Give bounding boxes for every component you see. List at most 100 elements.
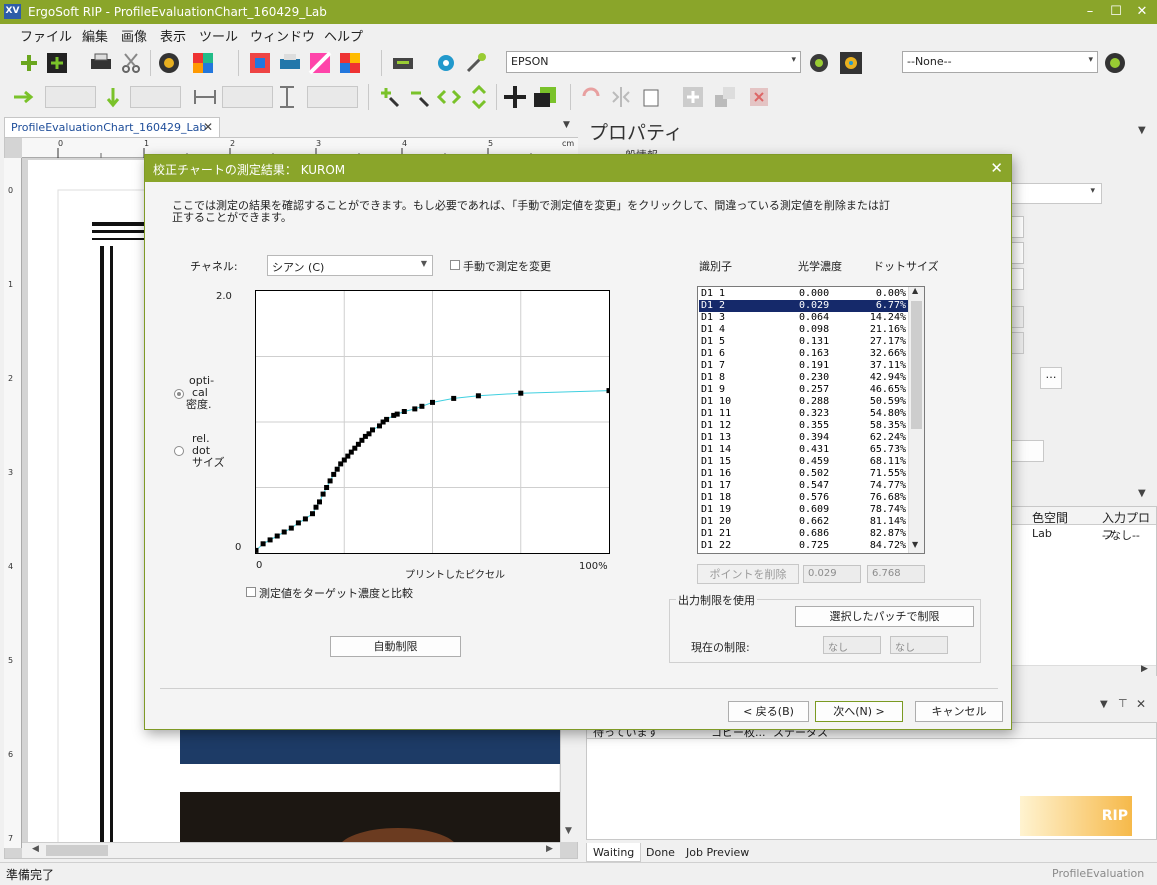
scroll-down-icon[interactable]: ▼: [912, 540, 918, 549]
chart-point[interactable]: [451, 395, 457, 401]
fit-height-icon[interactable]: [466, 84, 492, 110]
width-field[interactable]: [222, 86, 273, 108]
printer-icon[interactable]: [88, 50, 114, 76]
chart-point[interactable]: [401, 409, 407, 414]
chart-point[interactable]: [313, 504, 319, 510]
chart-point[interactable]: [606, 388, 611, 394]
chart-point[interactable]: [327, 478, 333, 484]
properties-field[interactable]: [1010, 216, 1024, 238]
cancel-button[interactable]: キャンセル: [915, 701, 1003, 722]
manual-edit-checkbox[interactable]: [450, 260, 460, 270]
preset-gear-icon[interactable]: [1102, 50, 1128, 76]
position-y-field[interactable]: [130, 86, 181, 108]
scroll-right-icon[interactable]: ▶: [1141, 664, 1148, 674]
chevron-down-icon[interactable]: ▼: [563, 120, 570, 130]
properties-field[interactable]: [1010, 306, 1024, 328]
menu-view[interactable]: 表示: [160, 26, 186, 45]
scroll-up-icon[interactable]: ▲: [912, 287, 918, 295]
list-item[interactable]: D1 20 0.662 81.14%: [699, 516, 908, 528]
scroll-right-icon[interactable]: ▶: [546, 844, 553, 854]
list-item[interactable]: D1 6 0.163 32.66%: [699, 348, 908, 360]
scissors-icon[interactable]: [118, 50, 144, 76]
list-item[interactable]: D1 14 0.431 65.73%: [699, 444, 908, 456]
menu-help[interactable]: ヘルプ: [324, 26, 363, 45]
list-item[interactable]: D1 19 0.609 78.74%: [699, 504, 908, 516]
menu-image[interactable]: 画像: [121, 26, 147, 45]
ruler-icon[interactable]: [307, 50, 333, 76]
position-x-field[interactable]: [45, 86, 96, 108]
chart-point[interactable]: [281, 529, 287, 535]
move-right-icon[interactable]: [10, 84, 36, 110]
crosshair-icon[interactable]: [502, 84, 528, 110]
back-button[interactable]: < 戻る(B): [728, 701, 809, 722]
chart-point[interactable]: [310, 511, 315, 517]
list-scrollbar[interactable]: ▲ ▼: [908, 287, 924, 553]
zoom-in-icon[interactable]: [376, 84, 402, 110]
chart-point[interactable]: [394, 411, 400, 417]
list-item[interactable]: D1 11 0.323 54.80%: [699, 408, 908, 420]
list-scroll-thumb[interactable]: [911, 301, 922, 429]
chevron-down-icon[interactable]: ▼: [1100, 699, 1108, 710]
next-button[interactable]: 次へ(N) >: [815, 701, 903, 722]
chart-point[interactable]: [320, 491, 326, 497]
settings-gear-icon[interactable]: [838, 50, 864, 76]
chart-point[interactable]: [475, 393, 481, 399]
chart-point[interactable]: [267, 537, 273, 543]
height-field[interactable]: [307, 86, 358, 108]
compare-target-checkbox[interactable]: [246, 587, 256, 597]
chart-point[interactable]: [317, 499, 322, 505]
browse-button[interactable]: …: [1040, 367, 1062, 389]
measurement-list[interactable]: D1 1 0.000 0.00% D1 2 0.029 6.77% D1 3 0.064 14.…: [697, 286, 925, 554]
device-icon[interactable]: [390, 50, 416, 76]
chart-point[interactable]: [255, 547, 259, 553]
maximize-button[interactable]: ☐: [1102, 3, 1130, 21]
column-color-space[interactable]: 色空間: [1032, 509, 1068, 526]
menu-tools[interactable]: ツール: [199, 26, 238, 45]
properties-button[interactable]: [1010, 440, 1044, 462]
list-item[interactable]: D1 4 0.098 21.16%: [699, 324, 908, 336]
properties-field[interactable]: [1010, 268, 1024, 290]
menu-window[interactable]: ウィンドウ: [250, 26, 315, 45]
close-icon[interactable]: ✕: [1136, 697, 1146, 711]
horizontal-scrollbar[interactable]: ◀ ▶: [22, 842, 560, 858]
close-window-button[interactable]: ✕: [1128, 3, 1156, 21]
chart-point[interactable]: [518, 390, 524, 396]
list-item[interactable]: D1 8 0.230 42.94%: [699, 372, 908, 384]
list-item[interactable]: D1 16 0.502 71.55%: [699, 468, 908, 480]
properties-dropdown[interactable]: ▾: [1010, 183, 1102, 204]
document-tab[interactable]: ProfileEvaluationChart_160429_Lab ✕: [4, 117, 220, 137]
tab-done[interactable]: Done: [640, 843, 681, 862]
close-icon[interactable]: ✕: [203, 120, 213, 134]
pin-icon[interactable]: ⊤: [1118, 697, 1128, 710]
list-item[interactable]: D1 7 0.191 37.11%: [699, 360, 908, 372]
optical-density-radio[interactable]: [174, 389, 184, 399]
list-item[interactable]: D1 2 0.029 6.77%: [699, 300, 908, 312]
list-item[interactable]: D1 10 0.288 50.59%: [699, 396, 908, 408]
add-page-icon[interactable]: [44, 50, 70, 76]
minimize-button[interactable]: –: [1076, 3, 1104, 21]
height-icon[interactable]: [274, 84, 300, 110]
move-down-icon[interactable]: [100, 84, 126, 110]
list-item[interactable]: D1 1 0.000 0.00%: [699, 288, 908, 300]
list-item[interactable]: D1 22 0.725 84.72%: [699, 540, 908, 552]
chevron-down-icon[interactable]: ▼: [1138, 488, 1146, 499]
chevron-down-icon[interactable]: ▼: [1138, 125, 1146, 136]
list-item[interactable]: D1 5 0.131 27.17%: [699, 336, 908, 348]
properties-field[interactable]: [1010, 332, 1024, 354]
magic-wand-icon[interactable]: [463, 50, 489, 76]
chart-point[interactable]: [260, 541, 266, 547]
color-grid-icon[interactable]: [337, 50, 363, 76]
list-item[interactable]: D1 15 0.459 68.11%: [699, 456, 908, 468]
channel-select[interactable]: シアン (C) ▼: [267, 255, 433, 276]
device-gear-icon[interactable]: [806, 50, 832, 76]
list-item[interactable]: D1 13 0.394 62.24%: [699, 432, 908, 444]
list-item[interactable]: D1 17 0.547 74.77%: [699, 480, 908, 492]
list-item[interactable]: D1 18 0.576 76.68%: [699, 492, 908, 504]
horizontal-scroll-thumb[interactable]: [46, 845, 108, 856]
printer-settings-icon[interactable]: [277, 50, 303, 76]
scroll-left-icon[interactable]: ◀: [32, 844, 39, 854]
chart-point[interactable]: [370, 427, 375, 433]
fit-width-icon[interactable]: [436, 84, 462, 110]
network-gear-icon[interactable]: [433, 50, 459, 76]
layout-icon[interactable]: [247, 50, 273, 76]
